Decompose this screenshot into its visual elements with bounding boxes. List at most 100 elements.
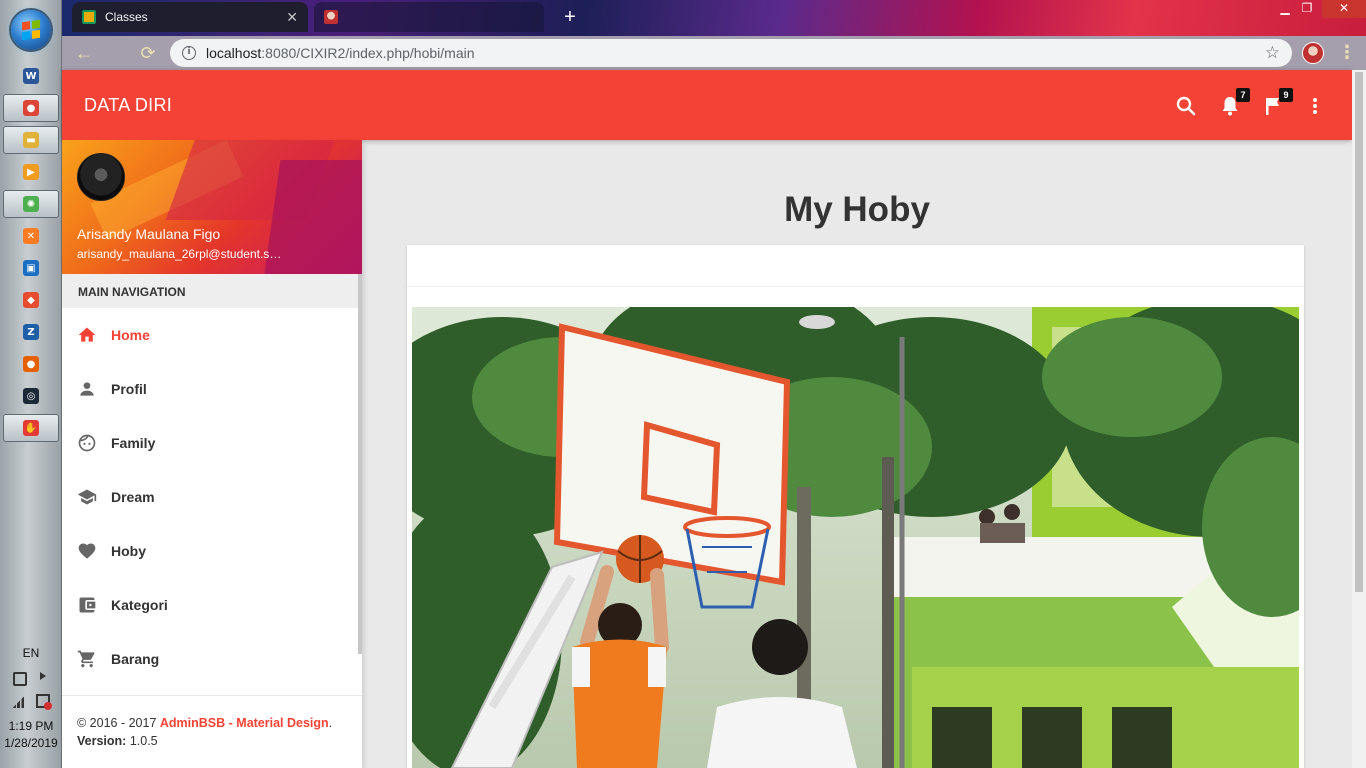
page-title: My Hoby	[784, 190, 930, 229]
steam-taskbar-button[interactable]: ◎	[3, 382, 59, 410]
firefox-icon: ●	[23, 356, 39, 372]
close-tab-icon[interactable]: ✕	[286, 9, 298, 26]
version-text: Version: 1.0.5	[77, 734, 158, 748]
android-studio-taskbar-button[interactable]: ✋	[3, 414, 59, 442]
main-menu: Home Profil Family Dream Hoby Kategori B…	[62, 308, 358, 686]
heart-icon	[77, 541, 97, 561]
filezilla-taskbar-button[interactable]: Z	[3, 318, 59, 346]
site-info-icon[interactable]: i	[182, 46, 196, 60]
new-tab-button[interactable]: +	[560, 7, 580, 28]
media-player-taskbar-button[interactable]: ▶	[3, 158, 59, 186]
more-vert-icon[interactable]	[1303, 94, 1327, 118]
menu-item-barang[interactable]: Barang	[62, 632, 358, 686]
chrome-profile-avatar[interactable]	[1302, 42, 1324, 64]
basketball-photo	[412, 307, 1299, 768]
wallet-icon	[77, 595, 97, 615]
atom-taskbar-button[interactable]: ✺	[3, 190, 59, 218]
language-indicator[interactable]: EN	[0, 646, 62, 660]
browser-toolbar: ← ⟳ i localhost:8080/CIXIR2/index.php/ho…	[62, 36, 1366, 70]
app-top-bar: DATA DIRI 7 9	[62, 70, 1352, 140]
nav-header: MAIN NAVIGATION	[62, 274, 358, 308]
android-studio-icon: ✋	[23, 420, 39, 436]
tab-strip: Classes ✕ + ▁ ❐ ✕	[62, 0, 1366, 36]
steam-icon: ◎	[23, 388, 39, 404]
menu-item-label: Dream	[111, 489, 155, 505]
tab-classes[interactable]: Classes ✕	[72, 2, 308, 32]
sidebar-scrollbar[interactable]	[358, 274, 362, 654]
word-taskbar-button[interactable]: W	[3, 62, 59, 90]
git-taskbar-button[interactable]: ◆	[3, 286, 59, 314]
menu-item-label: Profil	[111, 381, 147, 397]
file-explorer-icon: ▬	[23, 132, 39, 148]
notifications-count-badge: 7	[1236, 88, 1250, 102]
menu-item-kategori[interactable]: Kategori	[62, 578, 358, 632]
person-icon	[77, 379, 97, 399]
filezilla-icon: Z	[23, 324, 39, 340]
windows-taskbar: W ● ▬ ▶ ✺ ✕ ▣ ◆ Z ● ◎ ✋ EN 1:19 PM 1/28/2019	[0, 0, 62, 768]
xampp-icon: ✕	[23, 228, 39, 244]
network-disconnected-icon[interactable]	[35, 694, 52, 710]
virtualbox-icon: ▣	[23, 260, 39, 276]
word-icon: W	[23, 68, 39, 84]
tab-title: Classes	[105, 10, 148, 24]
address-bar[interactable]: i localhost:8080/CIXIR2/index.php/hobi/m…	[170, 39, 1292, 67]
face-icon	[77, 433, 97, 453]
search-icon[interactable]	[1174, 94, 1198, 118]
chrome-menu-icon[interactable]: ⋮	[1338, 42, 1356, 63]
menu-item-dream[interactable]: Dream	[62, 470, 358, 524]
menu-item-family[interactable]: Family	[62, 416, 358, 470]
virtualbox-taskbar-button[interactable]: ▣	[3, 254, 59, 282]
system-tray	[8, 672, 54, 710]
hobby-card	[407, 245, 1304, 768]
tasks-count-badge: 9	[1279, 88, 1293, 102]
close-window-button[interactable]: ✕	[1322, 0, 1366, 18]
firefox-taskbar-button[interactable]: ●	[3, 350, 59, 378]
back-arrow-icon[interactable]: ←	[72, 41, 96, 65]
file-explorer-taskbar-button[interactable]: ▬	[3, 126, 59, 154]
windows-start-icon[interactable]	[11, 10, 51, 50]
school-icon	[77, 487, 97, 507]
clock-time[interactable]: 1:19 PM	[0, 719, 62, 733]
menu-item-label: Barang	[111, 651, 160, 667]
chrome-icon: ●	[23, 100, 39, 116]
sidebar-footer: © 2016 - 2017 AdminBSB - Material Design…	[62, 695, 362, 764]
notifications-bell-icon[interactable]: 7	[1218, 88, 1250, 118]
menu-item-home[interactable]: Home	[62, 308, 358, 362]
reload-icon[interactable]: ⟳	[136, 41, 160, 65]
git-icon: ◆	[23, 292, 39, 308]
chrome-window: Classes ✕ + ▁ ❐ ✕ ← ⟳ i localhost:8080/C…	[62, 0, 1366, 768]
menu-item-label: Hoby	[111, 543, 146, 559]
xampp-taskbar-button[interactable]: ✕	[3, 222, 59, 250]
user-info-panel: Arisandy Maulana Figo arisandy_maulana_2…	[62, 140, 362, 274]
chrome-taskbar-button[interactable]: ●	[3, 94, 59, 122]
profile-favicon-icon	[324, 10, 338, 24]
volume-muted-icon[interactable]	[39, 672, 46, 680]
atom-icon: ✺	[23, 196, 39, 212]
signal-icon[interactable]	[12, 694, 27, 708]
left-sidebar: Arisandy Maulana Figo arisandy_maulana_2…	[62, 140, 362, 768]
menu-item-label: Family	[111, 435, 156, 451]
menu-item-label: Kategori	[111, 597, 168, 613]
copyright-text: © 2016 - 2017 AdminBSB - Material Design…	[77, 716, 333, 730]
brand-title[interactable]: DATA DIRI	[84, 95, 172, 116]
user-avatar[interactable]	[77, 153, 125, 201]
bookmark-star-icon[interactable]: ☆	[1265, 43, 1280, 63]
adminbsb-link[interactable]: AdminBSB - Material Design	[160, 716, 329, 730]
url-text[interactable]: localhost:8080/CIXIR2/index.php/hobi/mai…	[206, 45, 475, 61]
clock-date[interactable]: 1/28/2019	[0, 736, 62, 750]
user-email: arisandy_maulana_26rpl@student.smktelkom…	[77, 247, 287, 261]
restore-button[interactable]: ❐	[1292, 0, 1322, 18]
home-icon	[77, 325, 97, 345]
page-scrollbar-thumb[interactable]	[1355, 72, 1363, 592]
media-player-icon: ▶	[23, 164, 39, 180]
web-page: DATA DIRI 7 9 Arisandy Maulana Figo aris…	[62, 70, 1366, 768]
google-classroom-icon	[82, 10, 96, 24]
tab-second[interactable]	[314, 2, 544, 32]
flag-icon[interactable]: 9	[1261, 88, 1293, 118]
clipboard-icon[interactable]	[12, 672, 27, 686]
menu-item-hoby[interactable]: Hoby	[62, 524, 358, 578]
menu-item-label: Home	[111, 327, 150, 343]
page-scrollbar[interactable]	[1352, 70, 1366, 768]
menu-item-profil[interactable]: Profil	[62, 362, 358, 416]
user-name[interactable]: Arisandy Maulana Figo	[77, 226, 220, 242]
